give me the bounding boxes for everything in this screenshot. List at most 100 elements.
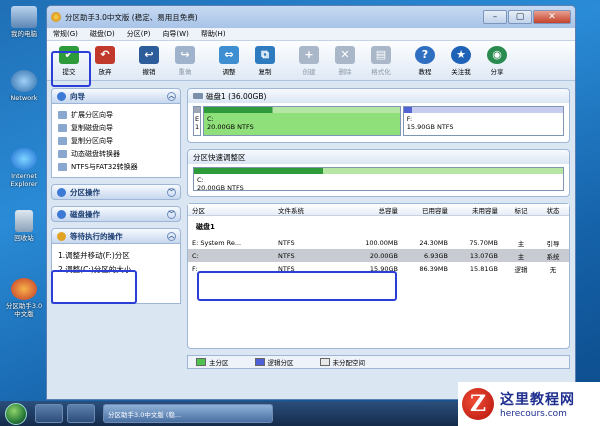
- help-icon: ?: [415, 45, 435, 64]
- legend-unallocated: 未分配空间: [319, 357, 365, 367]
- toolbar-discard-button[interactable]: ↶ 放弃: [87, 45, 123, 76]
- menu-wizard[interactable]: 向导(W): [162, 29, 188, 39]
- maximize-button[interactable]: ▢: [508, 10, 532, 24]
- menu-disk[interactable]: 磁盘(D): [90, 29, 115, 39]
- desktop-icon-computer[interactable]: 我的电脑: [4, 6, 44, 38]
- toolbar-label: 放弃: [98, 67, 112, 76]
- toolbar-label: 格式化: [371, 67, 391, 76]
- toolbar-redo-button[interactable]: ↪ 重做: [167, 45, 203, 76]
- copy-icon: ⧉: [255, 45, 275, 64]
- taskbar-explorer-button[interactable]: [67, 404, 95, 423]
- legend-swatch: [196, 358, 206, 366]
- menu-general[interactable]: 常规(G): [53, 29, 78, 39]
- legend: 主分区 逻辑分区 未分配空间: [187, 355, 570, 369]
- minimize-button[interactable]: –: [483, 10, 507, 24]
- legend-logical: 逻辑分区: [254, 357, 294, 367]
- collapse-icon[interactable]: ︿: [167, 231, 176, 241]
- legend-swatch: [254, 358, 265, 366]
- expand-icon[interactable]: ﹀: [167, 209, 176, 219]
- expand-icon[interactable]: ﹀: [167, 187, 176, 197]
- toolbar-tutorial-button[interactable]: ? 教程: [407, 45, 443, 76]
- undo-icon: ↩: [139, 45, 159, 64]
- desktop-icon-label: 回收站: [14, 234, 34, 242]
- toolbar-label: 重做: [178, 67, 192, 76]
- toolbar-label: 删除: [338, 67, 352, 76]
- app-logo-icon: [51, 12, 61, 22]
- computer-icon: [11, 6, 37, 28]
- toolbar-resize-button[interactable]: ⇔ 调整: [211, 45, 247, 76]
- share-icon: ◉: [487, 45, 507, 64]
- start-button[interactable]: [5, 402, 27, 425]
- wizard-item-copy-partition[interactable]: 复制分区向导: [58, 134, 174, 147]
- disk-part-c[interactable]: C: 20.00GB NTFS: [203, 106, 401, 136]
- copy-disk-icon: [58, 123, 67, 132]
- toolbar-copy-button[interactable]: ⧉ 复制: [247, 45, 283, 76]
- legend-primary: 主分区: [196, 357, 229, 367]
- toolbar-label: 撤销: [142, 67, 156, 76]
- desktop-icon-label: 分区助手3.0中文版: [5, 302, 43, 318]
- toolbar-share-button[interactable]: ◉ 分享: [479, 45, 515, 76]
- desktop-icon-label: Network: [10, 94, 38, 102]
- taskbar-app-button[interactable]: 分区助手3.0中文版 (稳...: [103, 404, 273, 423]
- desktop-icon-network[interactable]: Network: [4, 70, 44, 102]
- resize-area: 分区快速调整区 C: 20.00GB NTFS: [187, 149, 570, 197]
- disk-part-e[interactable]: E1: [193, 106, 201, 136]
- close-button[interactable]: ✕: [533, 10, 571, 24]
- watermark-title: 这里教程网: [500, 392, 575, 408]
- toolbar-label: 分享: [490, 67, 504, 76]
- copy-partition-icon: [58, 136, 67, 145]
- redo-icon: ↪: [175, 45, 195, 64]
- toolbar-label: 调整: [222, 67, 236, 76]
- title-bar[interactable]: 分区助手3.0中文版 (稳定、易用且免费) – ▢ ✕: [47, 6, 575, 28]
- wizard-header[interactable]: 向导 ︿: [51, 88, 181, 104]
- disk-part-f[interactable]: F: 15.90GB NTFS: [402, 106, 564, 136]
- wizard-icon: [57, 91, 66, 101]
- internet-explorer-icon: [11, 148, 37, 170]
- partition-ops-header[interactable]: 分区操作 ﹀: [51, 184, 181, 200]
- pending-op-item[interactable]: 1.调整并移动(F:)分区: [58, 248, 174, 262]
- pending-ops-header[interactable]: 等待执行的操作 ︿: [51, 228, 181, 244]
- window-title: 分区助手3.0中文版 (稳定、易用且免费): [65, 12, 198, 22]
- resize-part-c[interactable]: C: 20.00GB NTFS: [193, 167, 564, 192]
- toolbar-label: 关注我: [451, 67, 471, 76]
- toolbar-create-button[interactable]: + 创建: [291, 45, 327, 76]
- taskbar-ie-button[interactable]: [35, 404, 63, 423]
- desktop-icon-label: Internet Explorer: [10, 172, 38, 188]
- disk-map: 磁盘1 (36.00GB) E1 C: 20.00GB NTFS F: 15.90G…: [187, 88, 570, 143]
- toolbar-format-button[interactable]: ▤ 格式化: [363, 45, 399, 76]
- menu-partition[interactable]: 分区(P): [127, 29, 151, 39]
- desktop-icon-recycle-bin[interactable]: 回收站: [4, 210, 44, 242]
- disk-map-header: 磁盘1 (36.00GB): [188, 89, 569, 103]
- toolbar-label: 创建: [302, 67, 316, 76]
- wizard-item-dynamic-disk[interactable]: 动态磁盘转换器: [58, 147, 174, 160]
- table-header: 分区 文件系统 总容量 已用容量 未用容量 标记 状态: [188, 204, 569, 216]
- delete-icon: ✕: [335, 45, 355, 64]
- toolbar-undo-button[interactable]: ↩ 撤销: [131, 45, 167, 76]
- app-window: 分区助手3.0中文版 (稳定、易用且免费) – ▢ ✕ 常规(G) 磁盘(D) …: [46, 5, 576, 400]
- wizard-item-ntfs-fat32[interactable]: NTFS与FAT32转换器: [58, 160, 174, 173]
- desktop-icon-ie[interactable]: Internet Explorer: [4, 148, 44, 188]
- disk-ops-header[interactable]: 磁盘操作 ﹀: [51, 206, 181, 222]
- wizard-item-copy-disk[interactable]: 复制磁盘向导: [58, 121, 174, 134]
- menu-help[interactable]: 帮助(H): [201, 29, 226, 39]
- recycle-bin-icon: [15, 210, 33, 232]
- format-icon: ▤: [371, 45, 391, 64]
- wizard-item-extend[interactable]: 扩展分区向导: [58, 108, 174, 121]
- toolbar-delete-button[interactable]: ✕ 删除: [327, 45, 363, 76]
- right-panel: 磁盘1 (36.00GB) E1 C: 20.00GB NTFS F: 15.90G…: [187, 88, 570, 369]
- menu-bar: 常规(G) 磁盘(D) 分区(P) 向导(W) 帮助(H): [47, 28, 575, 41]
- highlight-commit: [51, 51, 91, 87]
- toolbar-label: 复制: [258, 67, 272, 76]
- watermark-url: herecours.com: [500, 409, 567, 419]
- collapse-icon[interactable]: ︿: [167, 91, 176, 101]
- table-row[interactable]: E: System Re... NTFS 100.00MB 24.30MB 75.7…: [188, 236, 569, 249]
- discard-icon: ↶: [95, 45, 115, 64]
- taskbar-app-label: 分区助手3.0中文版 (稳...: [108, 410, 182, 419]
- wizard-title: 向导: [70, 91, 85, 101]
- toolbar-follow-button[interactable]: ★ 关注我: [443, 45, 479, 76]
- desktop-icon-partition-assistant[interactable]: 分区助手3.0中文版: [4, 278, 44, 318]
- table-row[interactable]: C: NTFS 20.00GB 6.93GB 13.07GB 主 系统: [188, 249, 569, 262]
- partition-assistant-icon: [11, 278, 37, 300]
- left-panel: 向导 ︿ 扩展分区向导 复制磁盘向导 复制分区向导 动态磁盘转换器 NTFS与F…: [51, 88, 181, 388]
- disk-icon: [193, 93, 203, 99]
